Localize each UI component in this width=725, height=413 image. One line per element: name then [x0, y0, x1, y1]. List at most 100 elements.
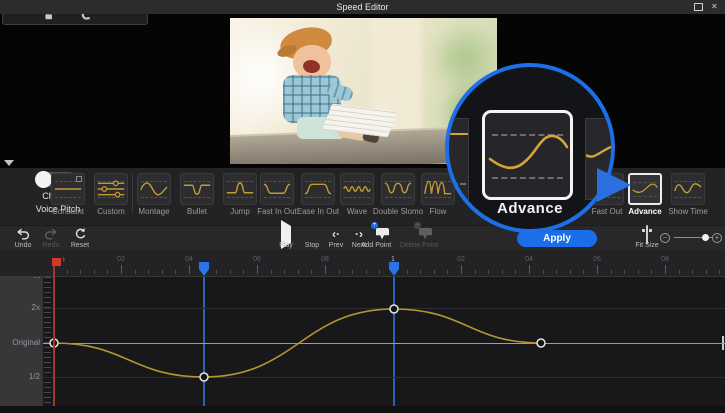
ruler-tick	[502, 270, 503, 274]
ruler-label: 02	[453, 256, 469, 263]
add-point-icon: +	[356, 228, 396, 241]
zoom-slider[interactable]: − +	[660, 232, 722, 244]
constant-curve-icon	[52, 174, 84, 204]
ruler-tick	[243, 270, 244, 274]
preset-tile-fast-in-out[interactable]	[260, 173, 294, 205]
ruler-tick	[665, 265, 666, 274]
gridline-1-2	[43, 377, 725, 378]
ruler-tick	[189, 265, 190, 274]
preset-tile-advance[interactable]	[628, 173, 662, 205]
fast-in-out-curve-icon	[261, 174, 293, 204]
ruler-tick	[475, 270, 476, 274]
window-title: Speed Editor	[0, 0, 725, 14]
magnified-advance-tile	[482, 110, 573, 200]
fit-size-button[interactable]: Fit Size	[632, 228, 662, 249]
preset-tile-double-slomo[interactable]	[381, 173, 415, 205]
ruler-label: 08	[657, 256, 673, 263]
playhead-chevron-icon: ›	[62, 254, 65, 265]
ruler-tick	[94, 270, 95, 274]
ruler-tick	[420, 270, 421, 274]
speed-editor-window: Speed Editor ✕	[0, 0, 725, 413]
ruler-tick	[529, 265, 530, 274]
ruler-tick	[679, 270, 680, 274]
ruler-tick	[311, 270, 312, 274]
preset-tile-wave[interactable]	[340, 173, 374, 205]
zoom-out-icon[interactable]: −	[660, 233, 670, 243]
ruler-tick	[121, 265, 122, 274]
playhead-line[interactable]	[53, 258, 55, 406]
ruler-tick	[216, 270, 217, 274]
ruler-tick	[80, 270, 81, 274]
ruler-tick	[148, 270, 149, 274]
bullet-curve-icon	[181, 174, 213, 204]
ruler-tick	[570, 270, 571, 274]
ruler-tick	[556, 270, 557, 274]
zoom-in-icon[interactable]: +	[712, 233, 722, 243]
magnifier-callout: Advance	[445, 63, 615, 233]
keyframe-line	[203, 277, 205, 406]
playhead-handle[interactable]	[52, 258, 61, 266]
show-time-curve-icon	[672, 174, 704, 204]
slider-handle[interactable]	[702, 234, 709, 241]
ruler-tick	[271, 270, 272, 274]
custom-curve-icon	[95, 174, 127, 204]
maximize-icon[interactable]	[694, 3, 703, 11]
ruler-tick	[706, 270, 707, 274]
neighbor-curve-segment	[446, 133, 468, 135]
speed-presets-panel: Change Voice Pitch ConstantCustomMontage…	[0, 168, 725, 225]
ease-in-out-curve-icon	[302, 174, 334, 204]
preset-tile-jump[interactable]	[223, 173, 257, 205]
ruler-tick	[175, 270, 176, 274]
preset-tile-bullet[interactable]	[180, 173, 214, 205]
ruler-label: 1	[385, 256, 401, 263]
preset-tile-montage[interactable]	[137, 173, 171, 205]
ruler-label: 04	[521, 256, 537, 263]
ruler-tick	[257, 265, 258, 274]
ruler-tick	[583, 270, 584, 274]
axis-label-4x: 4x	[0, 277, 40, 280]
preset-label: Show Time	[659, 207, 717, 216]
preset-tile-constant[interactable]	[51, 173, 85, 205]
ruler-tick	[230, 270, 231, 274]
timeline-ruler[interactable]: 02040608102040608	[0, 250, 725, 277]
ruler-tick	[135, 270, 136, 274]
ruler-tick	[325, 265, 326, 274]
ruler-label: 06	[249, 256, 265, 263]
bottom-strip	[0, 406, 725, 413]
magnifier-label: Advance	[449, 200, 611, 217]
ruler-tick	[638, 270, 639, 274]
add-point-button[interactable]: + Add Point	[356, 228, 396, 249]
speed-axis-sidebar: 4x2xOriginal1/2	[0, 277, 43, 406]
reset-icon	[64, 228, 96, 241]
ruler-tick	[284, 270, 285, 274]
ruler-tick	[611, 270, 612, 274]
jump-curve-icon	[224, 174, 256, 204]
ruler-tick	[447, 270, 448, 274]
ruler-tick	[651, 270, 652, 274]
magnified-left-neighbor-tile	[445, 118, 469, 200]
preset-tile-custom[interactable]	[94, 173, 128, 205]
panel-expander-triangle-icon[interactable]	[4, 160, 14, 166]
video-preview-panel	[0, 14, 725, 168]
preset-tile-ease-in-out[interactable]	[301, 173, 335, 205]
ruler-label: 08	[317, 256, 333, 263]
preset-tile-show-time[interactable]	[671, 173, 705, 205]
axis-label-1-2: 1/2	[0, 372, 40, 381]
undo-icon	[8, 228, 38, 241]
gridline-original	[43, 343, 725, 344]
speed-curve-plot[interactable]	[43, 277, 725, 406]
close-icon[interactable]: ✕	[711, 3, 718, 11]
toggle-knob	[35, 171, 52, 188]
ruler-tick	[107, 270, 108, 274]
reset-button[interactable]: Reset	[64, 228, 96, 249]
wave-curve-icon	[341, 174, 373, 204]
advance-curve-icon	[630, 175, 660, 203]
ruler-tick	[366, 270, 367, 274]
undo-button[interactable]: Undo	[8, 228, 38, 249]
montage-curve-icon	[138, 174, 170, 204]
axis-label-2x: 2x	[0, 303, 40, 312]
delete-point-button[interactable]: − Delete Point	[396, 228, 442, 249]
redo-button[interactable]: Redo	[36, 228, 66, 249]
ruler-tick	[379, 270, 380, 274]
ruler-tick	[515, 270, 516, 274]
